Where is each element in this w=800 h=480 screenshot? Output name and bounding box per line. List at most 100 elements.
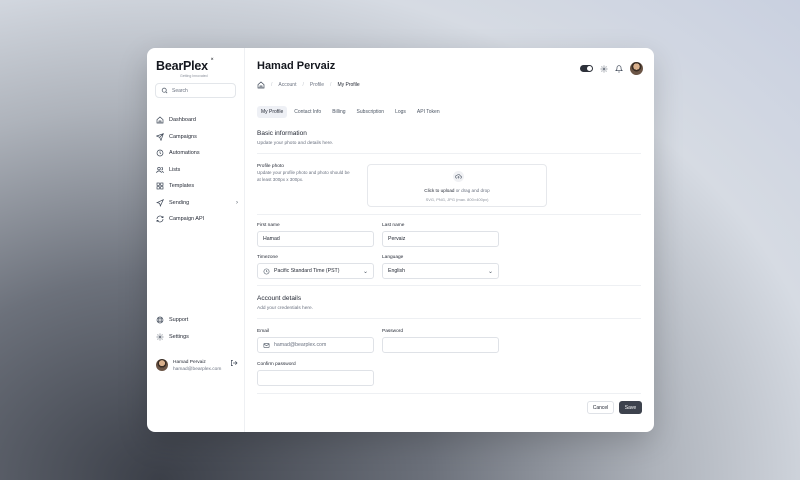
last-name-value: Pervaiz: [388, 236, 406, 242]
divider: [257, 318, 641, 319]
divider: [257, 393, 641, 394]
email-field[interactable]: hamad@bearplex.com: [257, 337, 374, 353]
user-profile-card[interactable]: Hamad Pervaiz hamad@bearplex.com: [156, 359, 238, 377]
sidebar-nav: Dashboard Campaigns Automations Lists Te…: [156, 112, 238, 228]
user-name: Hamad Pervaiz: [173, 360, 206, 365]
search-input[interactable]: Search: [155, 83, 236, 98]
language-value: English: [388, 268, 406, 274]
breadcrumb-current: My Profile: [337, 82, 360, 88]
tab-logs[interactable]: Logs: [391, 106, 410, 118]
section-subtitle-basic: Update your photo and details here.: [257, 141, 334, 146]
lifebuoy-icon: [156, 316, 164, 324]
profile-photo-help: Update your profile photo and photo shou…: [257, 170, 350, 182]
sidebar-item-sending[interactable]: Sending ›: [156, 195, 238, 212]
logout-icon[interactable]: [230, 359, 238, 367]
brand-logo[interactable]: BearPlex ˟ Getting Innovated: [156, 58, 213, 78]
sidebar-item-label: Campaign API: [169, 216, 205, 223]
breadcrumb-item[interactable]: Profile: [310, 82, 324, 88]
save-button[interactable]: Save: [619, 401, 642, 414]
sidebar-item-dashboard[interactable]: Dashboard: [156, 112, 238, 129]
tab-api-token[interactable]: API Token: [413, 106, 444, 118]
breadcrumb: / Account / Profile / My Profile: [257, 81, 360, 89]
mail-icon: [263, 342, 270, 349]
divider: [257, 285, 641, 286]
main-content: Hamad Pervaiz / Account / Profile / My P…: [257, 48, 643, 432]
sidebar-item-templates[interactable]: Templates: [156, 178, 238, 195]
language-select[interactable]: English ⌄: [382, 263, 499, 279]
last-name-label: Last name: [382, 223, 405, 228]
divider: [257, 214, 641, 215]
avatar[interactable]: [630, 62, 643, 75]
password-label: Password: [382, 329, 404, 334]
profile-tabs: My Profile Contact Info Billing Subscrip…: [257, 106, 444, 118]
user-email: hamad@bearplex.com: [173, 367, 222, 372]
logo-mark-icon: ˟: [211, 58, 214, 65]
sidebar-item-label: Dashboard: [169, 117, 196, 124]
theme-toggle[interactable]: [580, 65, 593, 72]
search-placeholder: Search: [172, 87, 188, 94]
users-icon: [156, 166, 164, 174]
page-title: Hamad Pervaiz: [257, 60, 336, 72]
section-subtitle-account: Add your credentials here.: [257, 306, 313, 311]
upload-link[interactable]: Click to upload: [424, 188, 454, 193]
tab-my-profile[interactable]: My Profile: [257, 106, 288, 118]
breadcrumb-separator: /: [271, 82, 273, 88]
timezone-label: Timezone: [257, 255, 278, 260]
sidebar-item-label: Settings: [169, 333, 189, 340]
sidebar-bottom-nav: Support Settings: [156, 312, 238, 345]
sidebar-item-label: Templates: [169, 183, 195, 190]
timezone-select[interactable]: Pacific Standard Time (PST) ⌄: [257, 263, 374, 279]
home-icon: [156, 116, 164, 124]
breadcrumb-separator: /: [330, 82, 332, 88]
upload-formats: SVG, PNG, JPG (max. 800×400px): [425, 197, 489, 202]
last-name-field[interactable]: Pervaiz: [382, 231, 499, 247]
email-placeholder: hamad@bearplex.com: [274, 342, 327, 348]
grid-icon: [156, 182, 164, 190]
photo-upload-dropzone[interactable]: Click to upload or drag and drop SVG, PN…: [367, 164, 547, 207]
password-field[interactable]: [382, 337, 499, 353]
confirm-password-field[interactable]: [257, 370, 374, 386]
breadcrumb-separator: /: [302, 82, 304, 88]
sidebar-item-automations[interactable]: Automations: [156, 145, 238, 162]
language-label: Language: [382, 255, 404, 260]
upload-instructions: Click to upload or drag and drop: [368, 188, 546, 193]
navigation-icon: [156, 198, 164, 207]
brand-name: BearPlex: [156, 59, 208, 73]
header-actions: [580, 62, 643, 75]
gear-icon[interactable]: [600, 65, 608, 73]
bell-icon[interactable]: [615, 64, 623, 73]
clock-icon: [156, 149, 164, 157]
gear-icon: [156, 333, 164, 341]
first-name-value: Hamad: [263, 236, 280, 242]
breadcrumb-item[interactable]: Account: [278, 82, 296, 88]
sidebar-item-label: Campaigns: [169, 133, 197, 140]
avatar: [156, 359, 168, 371]
refresh-icon: [156, 215, 164, 223]
sidebar-item-campaign-api[interactable]: Campaign API: [156, 211, 238, 228]
first-name-field[interactable]: Hamad: [257, 231, 374, 247]
sidebar-item-label: Support: [169, 317, 189, 324]
section-title-account: Account details: [257, 295, 302, 302]
sidebar-item-settings[interactable]: Settings: [156, 329, 238, 346]
section-title-basic: Basic information: [257, 130, 307, 137]
home-icon[interactable]: [257, 81, 265, 89]
sidebar-item-campaigns[interactable]: Campaigns: [156, 129, 238, 146]
clock-icon: [263, 268, 270, 275]
sidebar-item-label: Lists: [169, 166, 181, 173]
sidebar-item-support[interactable]: Support: [156, 312, 238, 329]
tab-subscription[interactable]: Subscription: [353, 106, 389, 118]
tab-contact-info[interactable]: Contact Info: [290, 106, 325, 118]
sidebar-item-label: Automations: [169, 150, 200, 157]
app-window: BearPlex ˟ Getting Innovated Search Dash…: [147, 48, 654, 432]
upload-drag-text: or drag and drop: [454, 188, 490, 193]
sidebar-item-lists[interactable]: Lists: [156, 162, 238, 179]
search-icon: [161, 87, 168, 94]
tab-billing[interactable]: Billing: [328, 106, 349, 118]
divider: [257, 153, 641, 154]
timezone-value: Pacific Standard Time (PST): [274, 268, 340, 274]
email-label: Email: [257, 329, 269, 334]
confirm-password-label: Confirm password: [257, 362, 296, 367]
profile-photo-label: Profile photo: [257, 164, 284, 169]
chevron-right-icon[interactable]: ›: [236, 200, 238, 206]
cancel-button[interactable]: Cancel: [587, 401, 614, 414]
